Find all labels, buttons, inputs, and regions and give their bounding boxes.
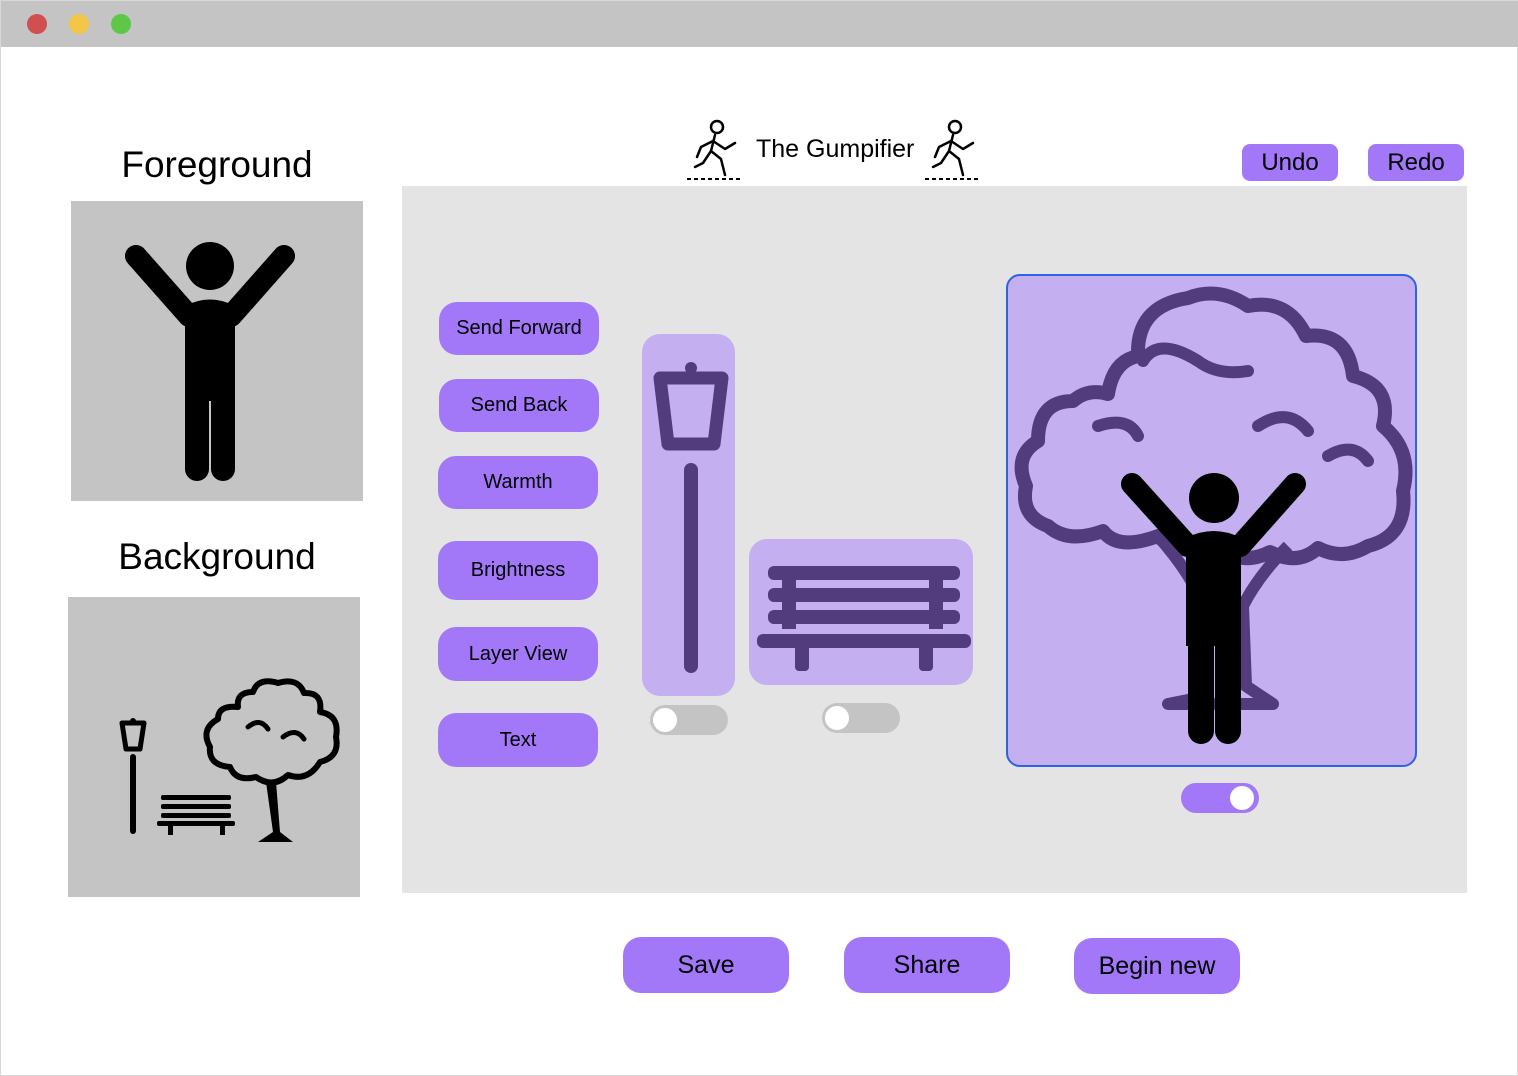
layer-bench-visibility-toggle[interactable] xyxy=(822,703,900,733)
toggle-knob xyxy=(1230,786,1254,810)
send-back-button[interactable]: Send Back xyxy=(439,379,599,432)
person-arms-up-icon xyxy=(125,242,295,481)
bench-icon xyxy=(157,795,235,835)
warmth-button[interactable]: Warmth xyxy=(438,456,598,509)
running-man-icon xyxy=(925,119,981,180)
maximize-window-button[interactable] xyxy=(111,14,131,34)
share-button[interactable]: Share xyxy=(844,937,1010,993)
layer-street-lamp-visibility-toggle[interactable] xyxy=(650,705,728,735)
text-button[interactable]: Text xyxy=(438,713,598,767)
title-bar xyxy=(1,1,1518,47)
layer-bench[interactable] xyxy=(749,539,973,685)
begin-new-button[interactable]: Begin new xyxy=(1074,938,1240,994)
redo-button[interactable]: Redo xyxy=(1368,144,1464,181)
save-button[interactable]: Save xyxy=(623,937,789,993)
app-window: Foreground Background The Gumpifier Undo… xyxy=(0,0,1518,1076)
brightness-button[interactable]: Brightness xyxy=(438,541,598,600)
toggle-knob xyxy=(825,706,849,730)
toggle-knob xyxy=(653,708,677,732)
park-scene-icon xyxy=(119,678,340,842)
editing-canvas[interactable]: Send Forward Send Back Warmth Brightness… xyxy=(402,186,1467,893)
send-forward-button[interactable]: Send Forward xyxy=(439,302,599,355)
foreground-heading: Foreground xyxy=(121,144,313,185)
tree-person-icon xyxy=(1014,286,1413,744)
layer-tree-person-visibility-toggle[interactable] xyxy=(1181,783,1259,813)
street-lamp-icon xyxy=(653,362,729,673)
background-thumbnail[interactable] xyxy=(68,597,360,897)
running-man-icon xyxy=(687,119,743,180)
layer-view-button[interactable]: Layer View xyxy=(438,627,598,681)
layer-tree-person-selected[interactable] xyxy=(1006,274,1417,767)
background-heading: Background xyxy=(118,536,316,577)
bench-icon xyxy=(757,566,971,671)
foreground-thumbnail[interactable] xyxy=(71,201,363,501)
street-lamp-icon xyxy=(119,718,147,834)
layer-street-lamp[interactable] xyxy=(642,334,735,696)
close-window-button[interactable] xyxy=(27,14,47,34)
app-title: The Gumpifier xyxy=(756,135,915,163)
undo-button[interactable]: Undo xyxy=(1242,144,1338,181)
minimize-window-button[interactable] xyxy=(69,14,89,34)
